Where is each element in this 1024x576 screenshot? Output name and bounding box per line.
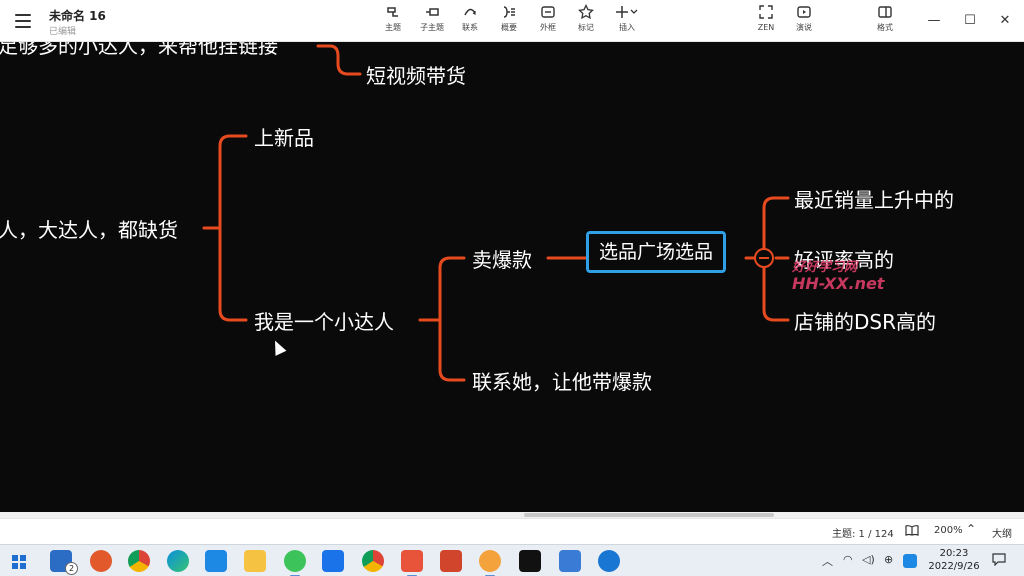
scrollbar-thumb[interactable]: [524, 513, 774, 517]
taskbar: 2 ︿ ◠ ◁) ⊕ 20:23 2022/9/26: [0, 544, 1024, 576]
title-bar: 未命名 16 已编辑 主题 子主题 联系 概要 外框 标记 插入 ZEN 演说 …: [0, 0, 1024, 42]
mindmap-canvas[interactable]: 足够多的小达人，来帮他挂链接 短视频带货 上新品 人，大达人，都缺货 我是一个小…: [0, 42, 1024, 512]
fullscreen-icon: [746, 4, 786, 22]
topic-small-talent[interactable]: 我是一个小达人: [254, 310, 394, 334]
topic-selection-square[interactable]: 选品广场选品: [586, 231, 727, 273]
collapse-toggle-icon[interactable]: [754, 248, 774, 268]
relation-icon: [450, 4, 490, 22]
topic-contact[interactable]: 联系她，让他带爆款: [472, 370, 652, 394]
network-icon[interactable]: ◠: [843, 553, 853, 566]
outline-button[interactable]: 大纲: [992, 525, 1012, 540]
chevron-updown-icon[interactable]: ⌃: [966, 522, 976, 536]
boundary-button[interactable]: 外框: [528, 4, 568, 38]
format-panel-icon: [865, 4, 905, 22]
watermark: 好好学习网 HH-XX.net: [792, 260, 885, 293]
zen-mode-button[interactable]: ZEN: [746, 4, 786, 38]
minimize-button[interactable]: —: [922, 10, 946, 32]
edge-icon[interactable]: [167, 550, 189, 572]
subtopic-icon: [412, 4, 452, 22]
qq-icon[interactable]: [903, 554, 917, 568]
clock-time: 20:23: [939, 548, 969, 559]
check-app-icon[interactable]: [598, 550, 620, 572]
volume-icon[interactable]: ◁): [862, 553, 875, 566]
topic-rising-sales[interactable]: 最近销量上升中的: [794, 188, 954, 212]
topic-button[interactable]: 主题: [373, 4, 413, 38]
insert-button[interactable]: 插入: [607, 4, 647, 38]
topic-partial-left[interactable]: 人，大达人，都缺货: [0, 218, 178, 242]
ime-icon[interactable]: ⊕: [884, 553, 893, 566]
topic-store-dsr[interactable]: 店铺的DSR高的: [794, 310, 936, 334]
photos-app-icon[interactable]: [205, 550, 227, 572]
tiktok-icon[interactable]: [519, 550, 541, 572]
chat-app-icon[interactable]: [479, 550, 501, 576]
mail-app-icon[interactable]: 2: [50, 550, 78, 575]
topic-icon: [373, 4, 413, 22]
summary-button[interactable]: 概要: [489, 4, 529, 38]
zoom-level[interactable]: 200%: [934, 525, 963, 536]
notification-icon[interactable]: [992, 552, 1006, 569]
maximize-button[interactable]: ☐: [958, 10, 982, 32]
clock-date: 2022/9/26: [928, 561, 980, 572]
mail-badge: 2: [65, 562, 78, 575]
document-status: 已编辑: [49, 27, 77, 37]
format-button[interactable]: 格式: [865, 4, 905, 38]
fox-app-icon[interactable]: [90, 550, 112, 572]
boundary-icon: [528, 4, 568, 22]
windows-start-icon[interactable]: [12, 554, 26, 569]
pitch-button[interactable]: 演说: [784, 4, 824, 38]
star-icon: [566, 3, 606, 22]
relation-button[interactable]: 联系: [450, 4, 490, 38]
topic-counter: 主题: 1 / 124: [832, 529, 894, 540]
system-clock[interactable]: 20:23 2022/9/26: [928, 547, 980, 573]
file-explorer-icon[interactable]: [244, 550, 266, 572]
mountain-app-icon[interactable]: [559, 550, 581, 572]
close-button[interactable]: ✕: [993, 10, 1017, 32]
chrome-alt-icon[interactable]: [362, 550, 384, 572]
powerpoint-icon[interactable]: [440, 550, 462, 572]
book-icon[interactable]: [905, 524, 919, 539]
menu-icon[interactable]: [15, 14, 31, 28]
topic-new-product[interactable]: 上新品: [254, 126, 314, 150]
feishu-icon[interactable]: [322, 550, 344, 572]
status-bar: 主题: 1 / 124 200% ⌃ 大纲: [0, 518, 1024, 544]
plus-chevron-icon: [607, 4, 647, 22]
topic-bestseller[interactable]: 卖爆款: [472, 248, 532, 272]
chrome-icon[interactable]: [128, 550, 150, 572]
subtopic-button[interactable]: 子主题: [412, 4, 452, 38]
summary-icon: [489, 4, 529, 22]
topic-short-video[interactable]: 短视频带货: [366, 64, 466, 88]
tray-chevron-icon[interactable]: ︿: [822, 553, 833, 569]
wechat-icon[interactable]: [284, 550, 306, 576]
document-title: 未命名 16: [49, 9, 106, 23]
xmind-icon[interactable]: [401, 550, 423, 576]
play-icon: [784, 4, 824, 22]
marker-button[interactable]: 标记: [566, 3, 606, 38]
topic-partial-top[interactable]: 足够多的小达人，来帮他挂链接: [0, 42, 278, 58]
